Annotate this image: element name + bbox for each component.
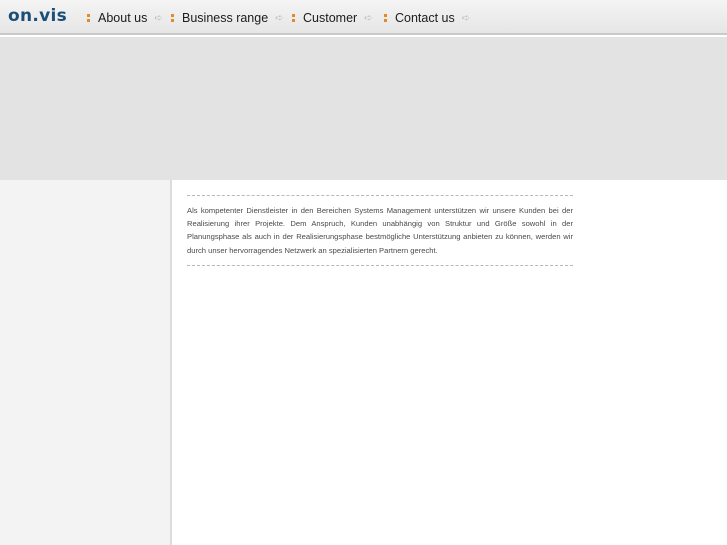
- main-content: Als kompetenter Dienstleister in den Ber…: [187, 195, 573, 266]
- nav-item-contact-us[interactable]: Contact us ➪: [383, 10, 470, 26]
- bullet-icon: [170, 14, 176, 22]
- arrow-right-icon: ➪: [275, 12, 284, 24]
- nav-item-customer[interactable]: Customer ➪: [291, 10, 373, 26]
- header-banner: [0, 37, 727, 180]
- bullet-icon: [291, 14, 297, 22]
- arrow-right-icon: ➪: [364, 12, 373, 24]
- top-navigation-bar: on.vis About us ➪ Business range ➪ Custo…: [0, 0, 727, 35]
- top-divider: [187, 195, 573, 196]
- nav-item-about-us[interactable]: About us ➪: [86, 10, 163, 26]
- bullet-icon: [383, 14, 389, 22]
- nav-item-business-range[interactable]: Business range ➪: [170, 10, 284, 26]
- nav-item-label: Contact us: [395, 11, 455, 25]
- arrow-right-icon: ➪: [461, 12, 471, 24]
- nav-item-label: Business range: [182, 11, 269, 25]
- nav-item-label: About us: [98, 11, 148, 25]
- logo[interactable]: on.vis: [8, 6, 67, 26]
- nav-item-label: Customer: [303, 11, 358, 25]
- bullet-icon: [86, 14, 92, 22]
- left-sidebar: [0, 180, 172, 545]
- bottom-divider: [187, 264, 573, 266]
- arrow-right-icon: ➪: [154, 12, 163, 24]
- intro-paragraph: Als kompetenter Dienstleister in den Ber…: [187, 206, 573, 255]
